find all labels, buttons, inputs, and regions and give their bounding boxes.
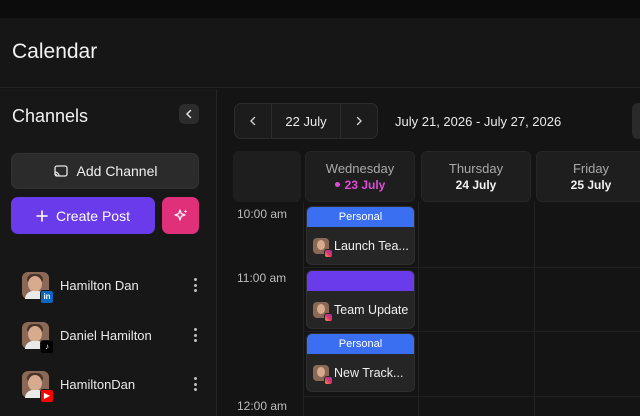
chevron-left-icon xyxy=(185,109,192,119)
window-top-bar xyxy=(0,0,640,18)
channel-item[interactable]: ▶ HamiltonDan xyxy=(22,369,200,403)
day-header[interactable]: Thursday 24 July xyxy=(421,151,531,202)
event-title: Team Update xyxy=(334,303,408,317)
avatar xyxy=(313,238,333,258)
grid-line xyxy=(418,202,419,416)
channel-item[interactable]: ♪ Daniel Hamilton xyxy=(22,320,200,354)
add-channel-label: Add Channel xyxy=(76,163,158,179)
create-post-label: Create Post xyxy=(56,207,130,224)
event-title: Launch Tea... xyxy=(334,239,408,253)
channel-name: Hamilton Dan xyxy=(60,277,139,293)
chevron-right-icon xyxy=(356,116,362,126)
instagram-icon xyxy=(324,249,333,258)
channel-name: Daniel Hamilton xyxy=(60,327,152,343)
event-card[interactable]: Personal New Track... xyxy=(306,333,415,392)
collapse-sidebar-button[interactable] xyxy=(179,104,199,124)
today-indicator xyxy=(334,182,340,187)
grid-line xyxy=(303,267,640,268)
time-gutter-header xyxy=(233,151,301,202)
time-slot-label: 12:00 am xyxy=(237,399,288,413)
create-post-button[interactable]: Create Post xyxy=(11,197,155,234)
channels-title: Channels xyxy=(12,106,89,126)
avatar xyxy=(313,302,333,322)
ai-generate-button[interactable] xyxy=(162,197,199,234)
chevron-left-icon xyxy=(250,116,256,126)
day-date: 24 July xyxy=(455,178,497,192)
time-slot-label: 10:00 am xyxy=(237,207,288,221)
next-week-button[interactable] xyxy=(341,104,377,138)
date-range-label: July 21, 2026 - July 27, 2026 xyxy=(395,114,562,129)
tiktok-icon: ♪ xyxy=(40,339,54,354)
current-date-button[interactable]: 22 July xyxy=(271,104,341,138)
event-card[interactable]: Team Update xyxy=(306,270,415,329)
page-title: Calendar xyxy=(12,40,98,63)
channel-item[interactable]: in Hamilton Dan xyxy=(22,270,200,304)
more-options-icon[interactable] xyxy=(190,376,200,392)
day-date: 25 July xyxy=(570,178,612,192)
event-card[interactable]: Personal Launch Tea... xyxy=(306,206,415,265)
date-navigator: 22 July xyxy=(234,103,378,139)
day-header[interactable]: Friday 25 July xyxy=(536,151,640,202)
day-name: Friday xyxy=(572,161,610,176)
grid-line xyxy=(303,396,640,397)
avatar xyxy=(313,365,333,385)
day-name: Thursday xyxy=(448,161,504,176)
event-tag: Personal xyxy=(307,207,414,227)
avatar: ♪ xyxy=(22,321,54,354)
grid-line xyxy=(534,202,535,416)
instagram-icon xyxy=(324,313,333,322)
more-options-icon[interactable] xyxy=(190,277,200,293)
youtube-icon: ▶ xyxy=(40,388,54,403)
grid-line xyxy=(303,331,640,332)
avatar: in xyxy=(22,271,54,304)
plus-icon xyxy=(36,209,48,222)
sidebar xyxy=(0,89,217,416)
event-title: New Track... xyxy=(334,366,404,380)
view-options-button[interactable] xyxy=(632,103,640,139)
sparkles-icon xyxy=(173,208,187,221)
more-options-icon[interactable] xyxy=(190,327,200,343)
instagram-icon xyxy=(324,376,333,385)
avatar: ▶ xyxy=(22,370,54,403)
day-name: Wednesday xyxy=(325,161,395,176)
day-header[interactable]: Wednesday 23 July xyxy=(305,151,415,202)
linkedin-icon: in xyxy=(40,289,54,304)
add-channel-button[interactable]: Add Channel xyxy=(11,153,199,189)
grid-line xyxy=(303,202,304,416)
previous-week-button[interactable] xyxy=(235,104,271,138)
day-date: 23 July xyxy=(334,178,385,192)
channel-name: HamiltonDan xyxy=(60,376,136,392)
cast-icon xyxy=(53,165,68,177)
time-slot-label: 11:00 am xyxy=(237,271,287,285)
event-tag xyxy=(307,271,414,291)
event-tag: Personal xyxy=(307,334,414,354)
